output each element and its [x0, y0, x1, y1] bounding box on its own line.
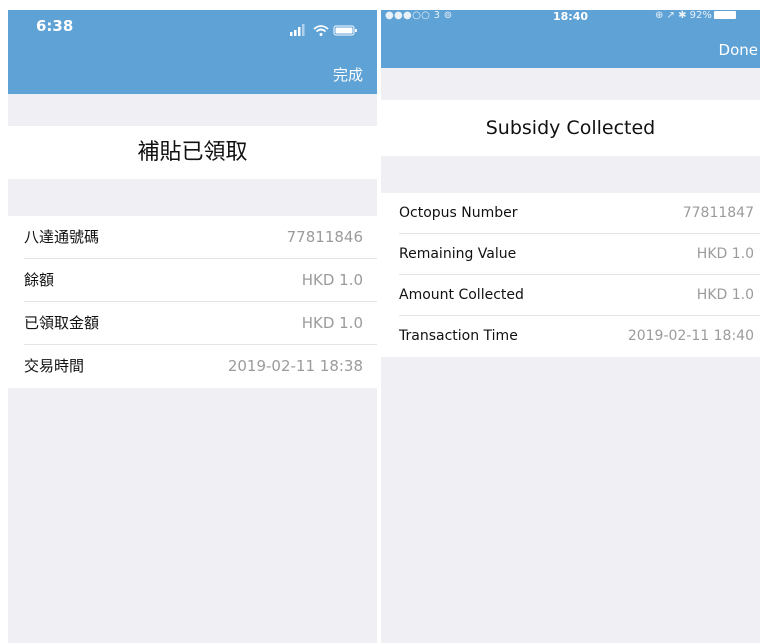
right-phone-screen: ●●●○○ 3 ⊚ 18:40 ⊕ ↗ ✱ 92% Done Subsidy C…: [381, 10, 760, 643]
list-item-remaining-value: 餘額 HKD 1.0: [8, 259, 377, 302]
left-status-icons: [290, 24, 357, 36]
done-button[interactable]: 完成: [333, 64, 363, 85]
screenshot-pair: 6:38 完成 補貼已領取 八達通號碼 77811846 餘額 HKD 1.0 …: [0, 0, 760, 643]
row-label: 餘額: [24, 271, 55, 289]
row-label: Remaining Value: [399, 246, 517, 262]
row-label: 八達通號碼: [24, 228, 100, 246]
right-nav-bar: ●●●○○ 3 ⊚ 18:40 ⊕ ↗ ✱ 92% Done: [381, 10, 760, 68]
left-phone-screen: 6:38 完成 補貼已領取 八達通號碼 77811846 餘額 HKD 1.0 …: [8, 10, 377, 643]
row-value: 2019-02-11 18:38: [227, 357, 363, 375]
status-icons-text: ⊕ ↗ ✱ 92%: [655, 10, 712, 21]
page-title: Subsidy Collected: [381, 100, 760, 156]
list-item-octopus-number: 八達通號碼 77811846: [8, 216, 377, 259]
details-list: 八達通號碼 77811846 餘額 HKD 1.0 已領取金額 HKD 1.0 …: [8, 216, 377, 388]
left-nav-bar: 6:38 完成: [8, 10, 377, 94]
row-label: 已領取金額: [24, 314, 100, 332]
right-status-time: 18:40: [553, 10, 589, 23]
signal-bars-icon: [290, 24, 305, 36]
row-value: 2019-02-11 18:40: [627, 328, 754, 344]
left-status-time: 6:38: [36, 17, 74, 35]
list-item-transaction-time: 交易時間 2019-02-11 18:38: [8, 345, 377, 388]
row-label: 交易時間: [24, 357, 85, 375]
battery-icon: [713, 11, 736, 19]
row-value: HKD 1.0: [696, 246, 754, 262]
row-value: 77811847: [682, 205, 754, 221]
row-value: HKD 1.0: [301, 314, 363, 332]
row-value: HKD 1.0: [696, 287, 754, 303]
row-label: Transaction Time: [399, 328, 518, 344]
row-label: Octopus Number: [399, 205, 518, 221]
list-item-amount-collected: Amount Collected HKD 1.0: [381, 275, 760, 316]
carrier-signal: ●●●○○ 3 ⊚: [385, 10, 453, 21]
battery-icon: [333, 25, 357, 36]
details-list: Octopus Number 77811847 Remaining Value …: [381, 193, 760, 357]
right-status-icons: ⊕ ↗ ✱ 92%: [655, 10, 736, 21]
list-item-remaining-value: Remaining Value HKD 1.0: [381, 234, 760, 275]
row-value: 77811846: [286, 228, 363, 246]
wifi-icon: [313, 25, 329, 36]
page-title: 補貼已領取: [8, 126, 377, 179]
list-item-amount-collected: 已領取金額 HKD 1.0: [8, 302, 377, 345]
row-label: Amount Collected: [399, 287, 524, 303]
done-button[interactable]: Done: [719, 41, 758, 59]
list-item-octopus-number: Octopus Number 77811847: [381, 193, 760, 234]
row-value: HKD 1.0: [301, 271, 363, 289]
list-item-transaction-time: Transaction Time 2019-02-11 18:40: [381, 316, 760, 357]
